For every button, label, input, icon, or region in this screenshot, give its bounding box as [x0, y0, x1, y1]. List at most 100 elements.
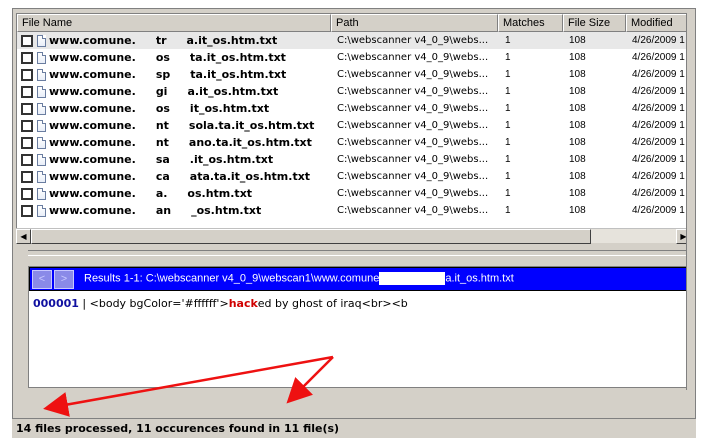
checkbox-icon[interactable] [21, 119, 33, 132]
file-name-prefix: www.comune. [49, 204, 136, 217]
previous-result-button[interactable]: < [32, 270, 52, 289]
checkbox-icon[interactable] [21, 136, 33, 149]
cell-file-size: 108 [569, 154, 586, 165]
file-name-text: www.comune. ca ata.ta.it_os.htm.txt [49, 170, 310, 183]
file-name-prefix: www.comune. [49, 34, 136, 47]
cell-file-size: 108 [569, 205, 586, 216]
column-header-modified[interactable]: Modified [626, 14, 690, 32]
file-name-text: www.comune. sp ta.it_os.htm.txt [49, 68, 286, 81]
table-row[interactable]: www.comune. a. os.htm.txt C:\webscanner v4_… [17, 185, 690, 202]
cell-modified: 4/26/2009 1 [632, 137, 685, 148]
cell-file-size: 108 [569, 69, 586, 80]
document-icon [37, 85, 46, 98]
file-name-prefix: www.comune. [49, 153, 136, 166]
cell-modified: 4/26/2009 1 [632, 69, 685, 80]
document-icon [37, 119, 46, 132]
file-name-prefix: www.comune. [49, 136, 136, 149]
table-row[interactable]: www.comune. os it_os.htm.txt C:\webscanner … [17, 100, 690, 117]
file-name-prefix: www.comune. [49, 68, 136, 81]
document-icon [37, 136, 46, 149]
status-text: 14 files processed, 11 occurences found … [16, 422, 340, 435]
table-row[interactable]: www.comune. ca ata.ta.it_os.htm.txt C:\webs… [17, 168, 690, 185]
cell-file-name: www.comune. nt sola.ta.it_os.htm.txt [17, 119, 331, 132]
file-name-suffix: _os.htm.txt [191, 204, 262, 217]
table-row[interactable]: www.comune. sp ta.it_os.htm.txt C:\webscann… [17, 66, 690, 83]
results-title-end: a.it_os.htm.txt [445, 272, 514, 285]
cell-matches: 1 [505, 205, 511, 216]
cell-file-name: www.comune. ca ata.ta.it_os.htm.txt [17, 170, 331, 183]
cell-file-name: www.comune. os it_os.htm.txt [17, 102, 331, 115]
checkbox-icon[interactable] [21, 85, 33, 98]
file-name-part: tr [155, 34, 167, 47]
file-name-prefix: www.comune. [49, 119, 136, 132]
pane-splitter[interactable] [28, 250, 691, 256]
document-icon [37, 68, 46, 81]
cell-matches: 1 [505, 188, 511, 199]
checkbox-icon[interactable] [21, 204, 33, 217]
file-name-part: os [155, 51, 170, 64]
file-name-suffix: it_os.htm.txt [189, 102, 270, 115]
result-line[interactable]: 000001 | <body bgColor='#ffffff'>hacked … [33, 297, 408, 310]
cell-path: C:\webscanner v4_0_9\webs... [337, 69, 489, 80]
status-bar: 14 files processed, 11 occurences found … [12, 418, 696, 438]
table-row[interactable]: www.comune. nt sola.ta.it_os.htm.txt C:\web… [17, 117, 690, 134]
table-row[interactable]: www.comune. gi a.it_os.htm.txt C:\webscanne… [17, 83, 690, 100]
file-name-text: www.comune. sa .it_os.htm.txt [49, 153, 273, 166]
next-result-button[interactable]: > [54, 270, 74, 289]
cell-file-size: 108 [569, 137, 586, 148]
cell-file-name: www.comune. sp ta.it_os.htm.txt [17, 68, 331, 81]
horizontal-scrollbar[interactable]: ◀ ▶ [16, 228, 691, 244]
file-name-part: a. [155, 187, 168, 200]
file-name-text: www.comune. tr a.it_os.htm.txt [49, 34, 277, 47]
vertical-scrollbar[interactable] [686, 13, 692, 390]
cell-matches: 1 [505, 120, 511, 131]
file-name-part: gi [155, 85, 168, 98]
checkbox-icon[interactable] [21, 68, 33, 81]
file-name-prefix: www.comune. [49, 187, 136, 200]
checkbox-icon[interactable] [21, 170, 33, 183]
file-name-suffix: ano.ta.it_os.htm.txt [188, 136, 312, 149]
cell-matches: 1 [505, 154, 511, 165]
table-row[interactable]: www.comune. os ta.it_os.htm.txt C:\webscann… [17, 49, 690, 66]
checkbox-icon[interactable] [21, 102, 33, 115]
cell-path: C:\webscanner v4_0_9\webs... [337, 188, 489, 199]
checkbox-icon[interactable] [21, 34, 33, 47]
cell-modified: 4/26/2009 1 [632, 86, 685, 97]
column-header-file-size[interactable]: File Size [563, 14, 626, 32]
cell-modified: 4/26/2009 1 [632, 205, 685, 216]
table-row[interactable]: www.comune. sa .it_os.htm.txt C:\webscanner… [17, 151, 690, 168]
document-icon [37, 170, 46, 183]
column-header-file-name[interactable]: File Name [17, 14, 331, 32]
table-row[interactable]: www.comune. tr a.it_os.htm.txt C:\webscanne… [17, 32, 690, 49]
file-name-text: www.comune. nt sola.ta.it_os.htm.txt [49, 119, 314, 132]
table-row[interactable]: www.comune. nt ano.ta.it_os.htm.txt C:\webs… [17, 134, 690, 151]
checkbox-icon[interactable] [21, 51, 33, 64]
scroll-left-icon[interactable]: ◀ [16, 229, 31, 244]
cell-path: C:\webscanner v4_0_9\webs... [337, 205, 489, 216]
checkbox-icon[interactable] [21, 187, 33, 200]
cell-matches: 1 [505, 52, 511, 63]
file-name-text: www.comune. os it_os.htm.txt [49, 102, 269, 115]
cell-file-name: www.comune. os ta.it_os.htm.txt [17, 51, 331, 64]
checkbox-icon[interactable] [21, 153, 33, 166]
file-name-suffix: a.it_os.htm.txt [186, 34, 278, 47]
list-rows: www.comune. tr a.it_os.htm.txt C:\webscanne… [17, 32, 690, 219]
file-name-suffix: ata.ta.it_os.htm.txt [189, 170, 311, 183]
cell-file-size: 108 [569, 52, 586, 63]
column-header-matches[interactable]: Matches [498, 14, 563, 32]
file-name-text: www.comune. an _os.htm.txt [49, 204, 261, 217]
cell-file-name: www.comune. sa .it_os.htm.txt [17, 153, 331, 166]
table-row[interactable]: www.comune. an _os.htm.txt C:\webscanner v4… [17, 202, 690, 219]
document-icon [37, 187, 46, 200]
results-pane: < > Results 1-1: C:\webscanner v4_0_9\we… [28, 266, 688, 388]
results-title: Results 1-1: C:\webscanner v4_0_9\websca… [84, 272, 514, 285]
file-name-part: nt [155, 119, 169, 132]
file-name-text: www.comune. nt ano.ta.it_os.htm.txt [49, 136, 312, 149]
cell-file-name: www.comune. an _os.htm.txt [17, 204, 331, 217]
scrollbar-thumb[interactable] [31, 229, 591, 244]
cell-matches: 1 [505, 69, 511, 80]
cell-modified: 4/26/2009 1 [632, 154, 685, 165]
column-header-path[interactable]: Path [331, 14, 498, 32]
redacted-block [379, 272, 446, 285]
file-list[interactable]: File Name Path Matches File Size Modifie… [16, 13, 691, 243]
